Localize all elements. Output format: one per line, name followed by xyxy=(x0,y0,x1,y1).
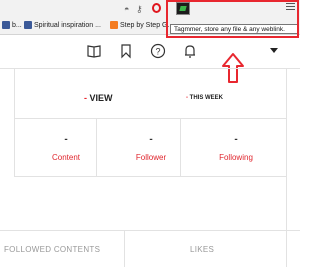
view-stat: - VIEW xyxy=(84,93,113,103)
profile-icon-row: ? xyxy=(0,38,300,68)
col-divider xyxy=(96,118,97,176)
tab-likes[interactable]: LIKES xyxy=(190,245,214,254)
bookmark-item[interactable]: Step by Step G... xyxy=(110,20,173,32)
svg-text:?: ? xyxy=(155,47,160,57)
row-divider xyxy=(14,176,286,177)
panel-divider xyxy=(14,68,15,176)
help-icon[interactable]: ? xyxy=(150,43,166,59)
dropdown-caret-icon[interactable] xyxy=(270,48,278,53)
col-divider xyxy=(180,118,181,176)
bookmark-item[interactable]: Spiritual inspiration ... xyxy=(24,20,101,32)
following-count: - xyxy=(234,134,238,145)
content-label[interactable]: Content xyxy=(36,153,96,162)
book-icon[interactable] xyxy=(86,43,102,59)
bookmark-favicon xyxy=(110,21,118,30)
annotation-highlight-box xyxy=(166,0,299,38)
bell-icon[interactable] xyxy=(182,43,198,59)
facebook-icon xyxy=(24,21,32,30)
tab-divider xyxy=(124,231,125,267)
row-divider xyxy=(14,118,286,119)
bookmark-item[interactable]: b... xyxy=(2,20,22,32)
follower-count: - xyxy=(149,134,153,145)
tab-followed-contents[interactable]: FOLLOWED CONTENTS xyxy=(4,245,100,254)
following-label[interactable]: Following xyxy=(206,153,266,162)
profile-tabs: FOLLOWED CONTENTS LIKES xyxy=(0,230,300,267)
content-count: - xyxy=(64,134,68,145)
key-icon[interactable]: ⚷ xyxy=(136,4,143,15)
shield-icon[interactable]: ◓ xyxy=(124,4,129,14)
bookmark-icon[interactable] xyxy=(118,43,134,59)
follower-label[interactable]: Follower xyxy=(121,153,181,162)
facebook-icon xyxy=(2,21,10,30)
this-week-stat: - THIS WEEK xyxy=(186,95,224,101)
opera-icon[interactable] xyxy=(152,3,161,13)
